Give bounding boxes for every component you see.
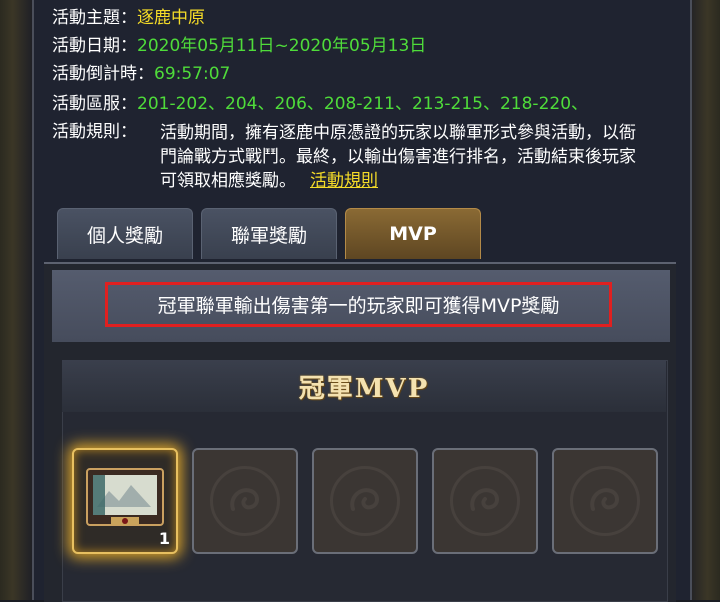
tab-personal-rewards[interactable]: 個人獎勵 — [57, 208, 193, 259]
rules-row-label: 活動規則： — [52, 121, 137, 143]
theme-label: 活動主題： — [52, 8, 137, 28]
reward-title: 冠軍MVP — [298, 373, 430, 404]
theme-row: 活動主題：逐鹿中原 — [52, 7, 205, 29]
reward-slot-3[interactable] — [312, 448, 418, 554]
empty-slot-emblem-icon — [330, 466, 400, 536]
empty-slot-emblem-icon — [570, 466, 640, 536]
date-row: 活動日期：2020年05月11日~2020年05月13日 — [52, 35, 426, 57]
rules-link[interactable]: 活動規則 — [310, 171, 378, 191]
left-frame-decoration — [0, 0, 32, 600]
reward-slot-4[interactable] — [432, 448, 538, 554]
servers-row: 活動區服：201-202、204、206、208-211、213-215、218… — [52, 93, 588, 115]
date-value: 2020年05月11日~2020年05月13日 — [137, 36, 427, 56]
reward-slot-2[interactable] — [192, 448, 298, 554]
date-label: 活動日期： — [52, 36, 137, 56]
scroll-item-icon — [83, 463, 167, 539]
servers-value: 201-202、204、206、208-211、213-215、218-220、 — [137, 94, 589, 114]
reward-title-bar: 冠軍MVP — [62, 360, 666, 412]
countdown-value: 69:57:07 — [154, 64, 231, 84]
empty-slot-emblem-icon — [210, 466, 280, 536]
rules-label: 活動規則： — [52, 122, 137, 142]
tab-mvp[interactable]: MVP — [345, 208, 481, 259]
reward-slot-5[interactable] — [552, 448, 658, 554]
tab-alliance-rewards[interactable]: 聯軍獎勵 — [201, 208, 337, 259]
empty-slot-emblem-icon — [450, 466, 520, 536]
rules-text: 活動期間，擁有逐鹿中原憑證的玩家以聯軍形式參與活動，以衙門論戰方式戰鬥。最終，以… — [160, 123, 636, 191]
countdown-row: 活動倒計時：69:57:07 — [52, 63, 230, 85]
reward-slot-1[interactable]: 1 — [72, 448, 178, 554]
mvp-notice: 冠軍聯軍輸出傷害第一的玩家即可獲得MVP獎勵 — [105, 282, 612, 327]
servers-label: 活動區服： — [52, 94, 137, 114]
right-frame-decoration — [688, 0, 720, 600]
theme-value: 逐鹿中原 — [137, 8, 205, 28]
countdown-label: 活動倒計時： — [52, 64, 154, 84]
rules-description: 活動期間，擁有逐鹿中原憑證的玩家以聯軍形式參與活動，以衙門論戰方式戰鬥。最終，以… — [160, 121, 650, 193]
item-count: 1 — [158, 529, 170, 548]
